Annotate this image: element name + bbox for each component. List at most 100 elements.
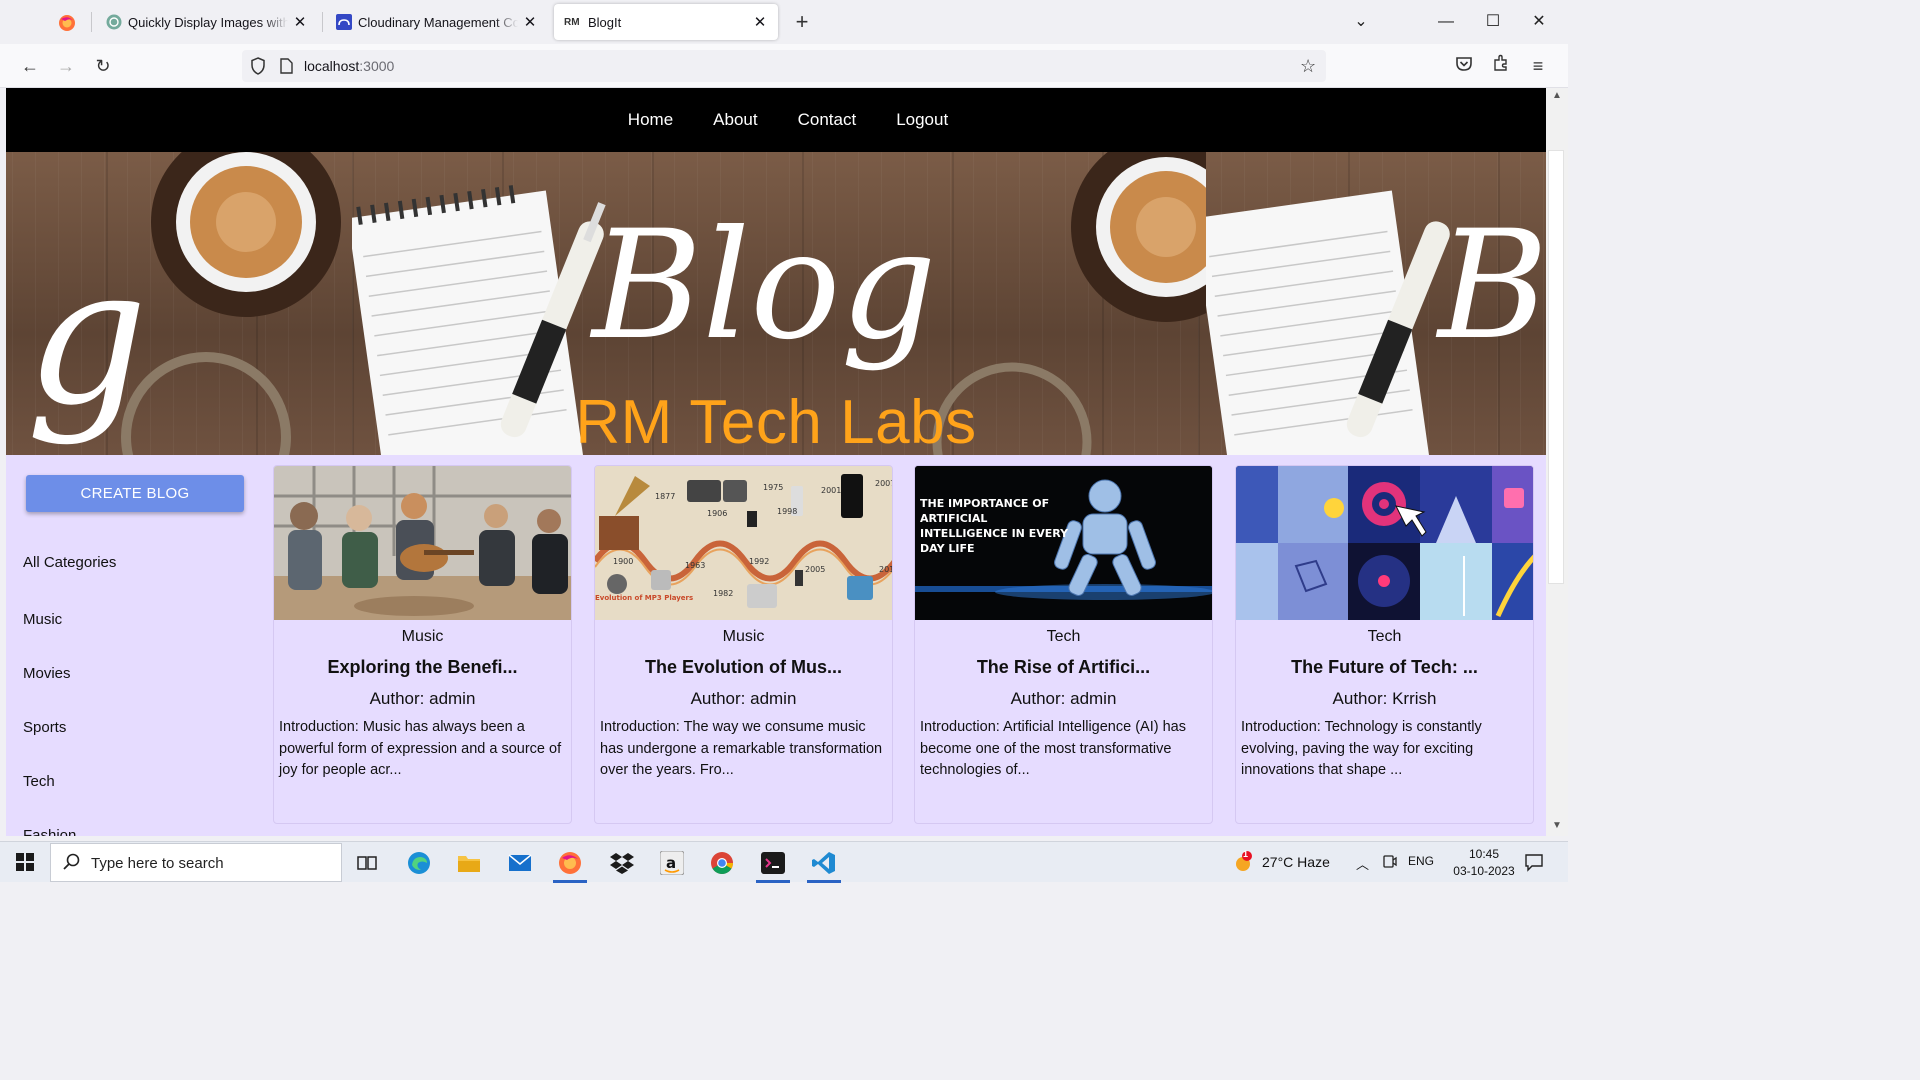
- rm-favicon-icon: RM: [564, 16, 580, 28]
- bookmark-star-icon[interactable]: ☆: [1300, 56, 1316, 77]
- amazon-icon[interactable]: a: [651, 846, 693, 880]
- timeline-year: 201: [879, 565, 893, 574]
- tray-chevron-up-icon[interactable]: ︿: [1356, 854, 1369, 873]
- category-fashion[interactable]: Fashion: [23, 827, 76, 836]
- card-author: Author: admin: [690, 689, 797, 708]
- new-tab-icon[interactable]: +: [790, 8, 814, 36]
- blog-card[interactable]: Tech The Future of Tech: ... Author: Krr…: [1235, 465, 1534, 824]
- windows-start-icon[interactable]: [4, 845, 46, 879]
- category-sports[interactable]: Sports: [23, 719, 66, 736]
- category-sidebar: CREATE BLOG All Categories Music Movies …: [6, 455, 264, 836]
- minimize-icon[interactable]: —: [1431, 8, 1461, 36]
- pocket-icon[interactable]: [1452, 54, 1476, 78]
- file-explorer-icon[interactable]: [448, 846, 490, 880]
- extensions-icon[interactable]: [1489, 54, 1513, 78]
- nav-home-link[interactable]: Home: [628, 110, 673, 130]
- terminal-icon[interactable]: [752, 846, 794, 883]
- vscode-icon[interactable]: [803, 846, 845, 883]
- chrome-icon[interactable]: [701, 846, 743, 880]
- timeline-year: 1877: [655, 492, 675, 501]
- tab-blogit[interactable]: RM BlogIt ✕: [554, 4, 778, 40]
- blog-card-image: 1877 1906 1975 1998 2001 2007 1900 1963 …: [595, 466, 893, 620]
- category-music[interactable]: Music: [23, 611, 62, 628]
- page-info-icon[interactable]: [280, 58, 293, 79]
- timeline-year: 2001: [821, 486, 841, 495]
- blog-card-image: THE IMPORTANCE OF ARTIFICIAL INTELLIGENC…: [915, 466, 1212, 620]
- tracking-protection-shield-icon[interactable]: [250, 57, 266, 80]
- timeline-year: 1992: [749, 557, 769, 566]
- timeline-year: 2007: [875, 479, 893, 488]
- url-host: localhost: [304, 58, 360, 74]
- ai-caption: THE IMPORTANCE OF ARTIFICIAL INTELLIGENC…: [920, 497, 1069, 555]
- language-indicator[interactable]: ENG: [1408, 854, 1434, 868]
- timeline-year: 2005: [805, 565, 825, 574]
- maximize-icon[interactable]: ☐: [1478, 8, 1508, 36]
- blog-card-image: [1236, 466, 1533, 620]
- weather-icon[interactable]: 1: [1232, 849, 1254, 878]
- card-title[interactable]: The Evolution of Mus...: [595, 657, 892, 678]
- tab-title: BlogIt: [588, 14, 622, 30]
- notification-center-icon[interactable]: [1524, 852, 1544, 877]
- category-all[interactable]: All Categories: [23, 554, 116, 571]
- scrollbar-thumb[interactable]: [1548, 150, 1564, 584]
- taskbar-search-box[interactable]: Type here to search: [50, 843, 342, 882]
- search-placeholder: Type here to search: [91, 855, 224, 872]
- close-window-icon[interactable]: ✕: [1524, 8, 1554, 36]
- tab-cloudinary-console[interactable]: Cloudinary Management Consol ✕: [326, 4, 548, 40]
- firefox-taskbar-icon[interactable]: [549, 846, 591, 883]
- nav-contact-link[interactable]: Contact: [798, 110, 857, 130]
- weather-text[interactable]: 27°C Haze: [1262, 854, 1330, 870]
- nav-about-link[interactable]: About: [713, 110, 757, 130]
- edge-browser-icon[interactable]: [398, 846, 440, 880]
- clock-date: 03-10-2023: [1453, 864, 1515, 878]
- scroll-down-arrow-icon[interactable]: ▼: [1546, 820, 1568, 831]
- back-icon[interactable]: ←: [18, 54, 42, 78]
- cloudinary-favicon-icon: [336, 14, 352, 30]
- card-category: Music: [722, 628, 765, 645]
- card-excerpt: Introduction: Artificial Intelligence (A…: [920, 719, 1186, 778]
- timeline-year: 1998: [777, 507, 797, 516]
- close-tab-icon[interactable]: ✕: [752, 13, 768, 31]
- mail-icon[interactable]: [499, 846, 541, 880]
- tab-separator: [322, 12, 323, 32]
- dropbox-icon[interactable]: [601, 846, 643, 880]
- meeting-mic-icon[interactable]: [1383, 854, 1397, 873]
- close-tab-icon[interactable]: ✕: [292, 13, 308, 31]
- weather-badge: 1: [1243, 849, 1249, 859]
- create-blog-button[interactable]: CREATE BLOG: [26, 475, 244, 512]
- forward-icon[interactable]: →: [54, 54, 78, 78]
- url-text[interactable]: localhost:3000: [304, 58, 394, 74]
- system-clock[interactable]: 10:45 03-10-2023: [1448, 846, 1520, 880]
- hero-logo: Blog: [589, 199, 937, 373]
- brand-title: RM Tech Labs: [575, 388, 977, 457]
- nav-logout-link[interactable]: Logout: [896, 110, 948, 130]
- card-title[interactable]: The Rise of Artifici...: [915, 657, 1212, 678]
- timeline-caption: Evolution of MP3 Players: [595, 594, 693, 602]
- page-scrollbar[interactable]: ▲ ▼: [1546, 88, 1568, 836]
- blog-card[interactable]: Music Exploring the Benefi... Author: ad…: [273, 465, 572, 824]
- address-bar[interactable]: localhost:3000 ☆: [242, 50, 1326, 82]
- category-tech[interactable]: Tech: [23, 773, 55, 790]
- menu-hamburger-icon[interactable]: ≡: [1526, 54, 1550, 78]
- page-viewport: Home About Contact Logout g Blog B RM Te…: [6, 88, 1546, 836]
- search-icon: [63, 853, 81, 876]
- scroll-up-arrow-icon[interactable]: ▲: [1546, 90, 1568, 101]
- list-all-tabs-icon[interactable]: ⌄: [1346, 8, 1376, 36]
- blog-card[interactable]: THE IMPORTANCE OF ARTIFICIAL INTELLIGENC…: [914, 465, 1213, 824]
- card-title[interactable]: Exploring the Benefi...: [274, 657, 571, 678]
- card-title[interactable]: The Future of Tech: ...: [1236, 657, 1533, 678]
- url-port: :3000: [359, 58, 395, 74]
- firefox-view-icon[interactable]: [44, 8, 90, 38]
- coffee-cup-image: [1071, 152, 1206, 322]
- category-movies[interactable]: Movies: [23, 665, 71, 682]
- card-excerpt: Introduction: The way we consume music h…: [600, 719, 883, 778]
- card-author: Author: admin: [1010, 689, 1117, 708]
- card-excerpt: Introduction: Technology is constantly e…: [1241, 719, 1482, 778]
- task-view-icon[interactable]: [346, 846, 388, 880]
- tab-separator: [91, 12, 92, 32]
- tab-quickly-display-images[interactable]: Quickly Display Images with Clo ✕: [96, 4, 318, 40]
- reload-icon[interactable]: ↻: [91, 54, 115, 78]
- close-tab-icon[interactable]: ✕: [522, 13, 538, 31]
- blog-card-image: [274, 466, 571, 620]
- blog-card[interactable]: 1877 1906 1975 1998 2001 2007 1900 1963 …: [594, 465, 893, 824]
